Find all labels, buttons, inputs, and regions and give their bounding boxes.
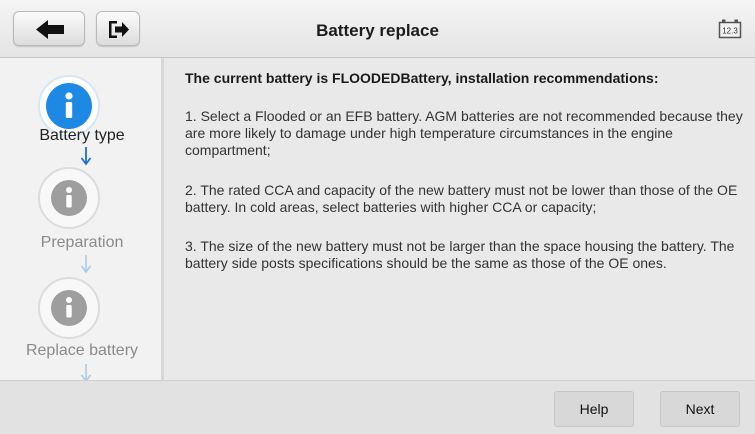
- step-replace-battery-icon[interactable]: [38, 277, 100, 339]
- bottom-bar: Help Next: [0, 380, 755, 434]
- info-icon: [51, 180, 87, 216]
- step-label-battery-type: Battery type: [39, 127, 125, 144]
- info-icon: [51, 290, 87, 326]
- step-arrow-down-icon: [80, 364, 92, 380]
- step-arrow-down-icon: [80, 255, 92, 274]
- help-button[interactable]: Help: [554, 391, 634, 427]
- recommendation-paragraph-1: 1. Select a Flooded or an EFB battery. A…: [185, 108, 743, 158]
- step-preparation-icon[interactable]: [38, 167, 100, 229]
- recommendation-paragraph-3: 3. The size of the new battery must not …: [185, 238, 735, 271]
- page-title: Battery replace: [316, 21, 439, 40]
- content-panel: The current battery is FLOODEDBattery, i…: [164, 58, 755, 380]
- top-bar: Battery replace 12.3: [0, 0, 755, 58]
- battery-voltage-label: 12.3: [722, 27, 738, 36]
- step-label-replace-battery: Replace battery: [25, 342, 139, 359]
- battery-icon[interactable]: 12.3: [718, 18, 742, 40]
- step-arrow-down-icon: [80, 147, 92, 166]
- recommendation-paragraph-2: 2. The rated CCA and capacity of the new…: [185, 182, 738, 215]
- step-label-preparation: Preparation: [40, 234, 124, 251]
- steps-sidebar: Battery type Preparation Replace battery: [0, 58, 164, 380]
- recommendation-heading: The current battery is FLOODEDBattery, i…: [185, 70, 659, 86]
- next-button[interactable]: Next: [660, 391, 740, 427]
